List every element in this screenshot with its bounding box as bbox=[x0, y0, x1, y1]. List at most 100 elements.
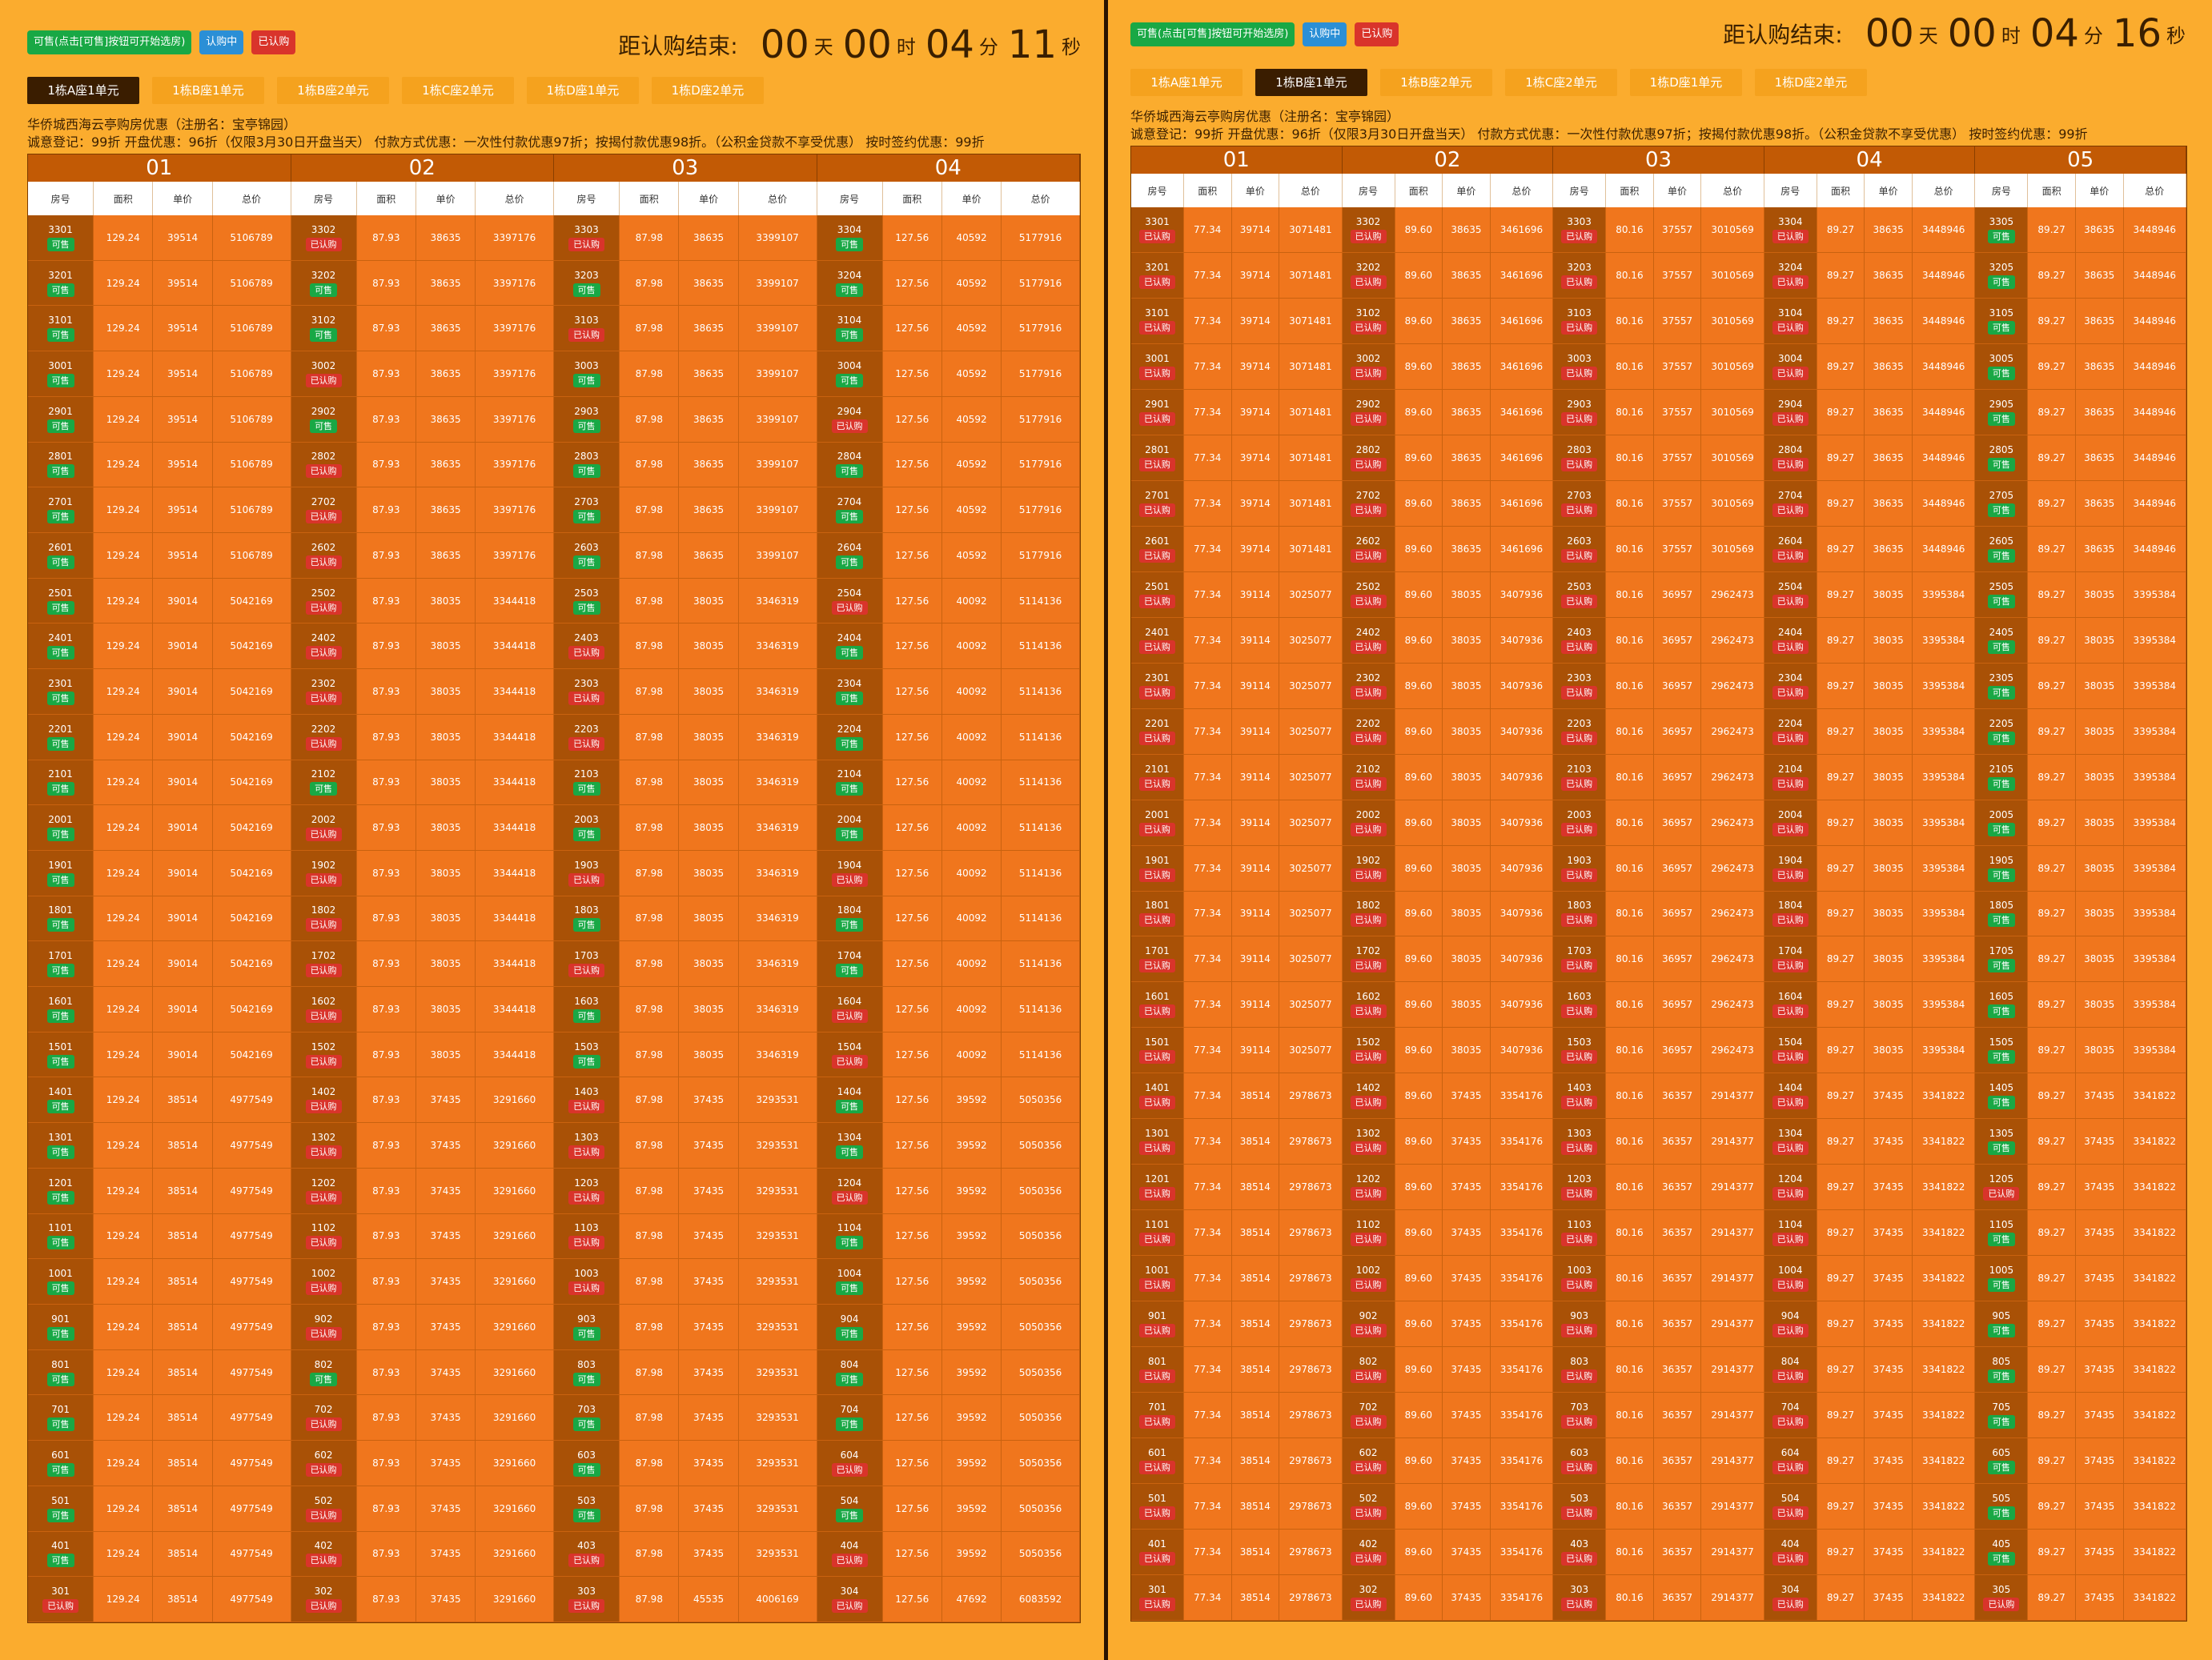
room-cell[interactable]: 3001 可售 bbox=[28, 351, 94, 397]
room-cell[interactable]: 3101 已认购 bbox=[1131, 298, 1184, 344]
room-cell[interactable]: 2503 可售 bbox=[554, 578, 620, 624]
room-cell[interactable]: 1105 可售 bbox=[1975, 1210, 2029, 1257]
room-cell[interactable]: 2803 可售 bbox=[554, 442, 620, 488]
room-cell[interactable]: 2003 可售 bbox=[554, 805, 620, 851]
room-cell[interactable]: 2403 已认购 bbox=[1553, 617, 1607, 664]
status-badge-available[interactable]: 可售 bbox=[1987, 1141, 2015, 1156]
status-badge-available[interactable]: 可售 bbox=[46, 1554, 74, 1568]
room-cell[interactable]: 3201 已认购 bbox=[1131, 252, 1184, 299]
room-cell[interactable]: 3002 已认购 bbox=[1342, 343, 1395, 390]
room-cell[interactable]: 2102 可售 bbox=[291, 760, 357, 806]
room-cell[interactable]: 3302 已认购 bbox=[1342, 207, 1395, 253]
status-badge-available[interactable]: 可售 bbox=[572, 828, 600, 842]
room-cell[interactable]: 2803 已认购 bbox=[1553, 435, 1607, 481]
status-badge-available[interactable]: 可售 bbox=[46, 1190, 74, 1205]
status-badge-available[interactable]: 可售 bbox=[1987, 913, 2015, 928]
room-cell[interactable]: 3102 可售 bbox=[291, 306, 357, 352]
room-cell[interactable]: 2203 已认购 bbox=[554, 714, 620, 760]
room-cell[interactable]: 701 已认购 bbox=[1131, 1393, 1184, 1439]
status-badge-available[interactable]: 可售 bbox=[1987, 868, 2015, 882]
room-cell[interactable]: 1301 已认购 bbox=[1131, 1119, 1184, 1165]
status-badge-available[interactable]: 可售 bbox=[572, 464, 600, 479]
status-badge-available[interactable]: 可售 bbox=[1987, 548, 2015, 563]
room-cell[interactable]: 1502 已认购 bbox=[291, 1032, 357, 1078]
status-badge-available[interactable]: 可售 bbox=[46, 1326, 74, 1341]
room-cell[interactable]: 1201 已认购 bbox=[1131, 1165, 1184, 1211]
room-cell[interactable]: 2501 可售 bbox=[28, 578, 94, 624]
room-cell[interactable]: 803 已认购 bbox=[1553, 1347, 1607, 1393]
room-cell[interactable]: 404 已认购 bbox=[1764, 1530, 1817, 1576]
room-cell[interactable]: 1403 已认购 bbox=[1553, 1073, 1607, 1120]
room-cell[interactable]: 1102 已认购 bbox=[1342, 1210, 1395, 1257]
room-cell[interactable]: 2605 可售 bbox=[1975, 526, 2029, 572]
status-badge-available[interactable]: 可售 bbox=[1987, 1552, 2015, 1566]
status-badge-available[interactable]: 可售 bbox=[46, 328, 74, 343]
status-badge-available[interactable]: 可售 bbox=[1987, 1050, 2015, 1065]
room-cell[interactable]: 3202 可售 bbox=[291, 260, 357, 307]
room-cell[interactable]: 301 已认购 bbox=[1131, 1575, 1184, 1621]
tab-unit-6[interactable]: 1栋D座2单元 bbox=[652, 77, 764, 104]
room-cell[interactable]: 1001 可售 bbox=[28, 1259, 94, 1305]
room-cell[interactable]: 1204 已认购 bbox=[817, 1168, 883, 1214]
room-cell[interactable]: 305 已认购 bbox=[1975, 1575, 2029, 1621]
room-cell[interactable]: 805 可售 bbox=[1975, 1347, 2029, 1393]
room-cell[interactable]: 1502 已认购 bbox=[1342, 1028, 1395, 1074]
status-badge-available[interactable]: 可售 bbox=[1987, 229, 2015, 243]
room-cell[interactable]: 502 已认购 bbox=[291, 1486, 357, 1532]
status-badge-available[interactable]: 可售 bbox=[1987, 1004, 2015, 1019]
status-badge-available[interactable]: 可售 bbox=[836, 328, 864, 343]
room-cell[interactable]: 2702 已认购 bbox=[1342, 480, 1395, 527]
room-cell[interactable]: 1205 已认购 bbox=[1975, 1165, 2029, 1211]
room-cell[interactable]: 2004 已认购 bbox=[1764, 800, 1817, 846]
room-cell[interactable]: 1203 已认购 bbox=[1553, 1165, 1607, 1211]
room-cell[interactable]: 702 已认购 bbox=[291, 1395, 357, 1441]
room-cell[interactable]: 2902 可售 bbox=[291, 396, 357, 443]
room-cell[interactable]: 1901 可售 bbox=[28, 850, 94, 896]
status-badge-available[interactable]: 可售 bbox=[572, 1508, 600, 1522]
room-cell[interactable]: 3203 已认购 bbox=[1553, 252, 1607, 299]
room-cell[interactable]: 3002 已认购 bbox=[291, 351, 357, 397]
room-cell[interactable]: 1404 可售 bbox=[817, 1077, 883, 1124]
status-badge-available[interactable]: 可售 bbox=[46, 283, 74, 297]
status-badge-available[interactable]: 可售 bbox=[836, 1508, 864, 1522]
room-cell[interactable]: 301 已认购 bbox=[28, 1577, 94, 1622]
room-cell[interactable]: 801 可售 bbox=[28, 1349, 94, 1396]
room-cell[interactable]: 2502 已认购 bbox=[1342, 571, 1395, 618]
room-cell[interactable]: 3303 已认购 bbox=[1553, 207, 1607, 253]
status-badge-available[interactable]: 可售 bbox=[1987, 959, 2015, 973]
room-cell[interactable]: 2504 已认购 bbox=[1764, 571, 1817, 618]
room-cell[interactable]: 802 可售 bbox=[291, 1349, 357, 1396]
room-cell[interactable]: 2903 已认购 bbox=[1553, 389, 1607, 435]
room-cell[interactable]: 1501 已认购 bbox=[1131, 1028, 1184, 1074]
room-cell[interactable]: 903 已认购 bbox=[1553, 1301, 1607, 1348]
room-cell[interactable]: 1204 已认购 bbox=[1764, 1165, 1817, 1211]
room-cell[interactable]: 1704 已认购 bbox=[1764, 936, 1817, 983]
room-cell[interactable]: 1702 已认购 bbox=[291, 941, 357, 988]
room-cell[interactable]: 2204 已认购 bbox=[1764, 708, 1817, 755]
room-cell[interactable]: 2002 已认购 bbox=[291, 805, 357, 851]
room-cell[interactable]: 2303 已认购 bbox=[1553, 663, 1607, 709]
room-cell[interactable]: 2105 可售 bbox=[1975, 754, 2029, 800]
status-badge-available[interactable]: 可售 bbox=[46, 1054, 74, 1069]
room-cell[interactable]: 303 已认购 bbox=[554, 1577, 620, 1622]
room-cell[interactable]: 502 已认购 bbox=[1342, 1484, 1395, 1530]
status-badge-available[interactable]: 可售 bbox=[836, 510, 864, 524]
room-cell[interactable]: 2202 已认购 bbox=[291, 714, 357, 760]
room-cell[interactable]: 3203 可售 bbox=[554, 260, 620, 307]
room-cell[interactable]: 1602 已认购 bbox=[1342, 982, 1395, 1028]
room-cell[interactable]: 2903 可售 bbox=[554, 396, 620, 443]
status-badge-available[interactable]: 可售 bbox=[1987, 1096, 2015, 1110]
room-cell[interactable]: 601 可售 bbox=[28, 1441, 94, 1486]
room-cell[interactable]: 1705 可售 bbox=[1975, 936, 2029, 983]
status-badge-available[interactable]: 可售 bbox=[46, 1508, 74, 1522]
room-cell[interactable]: 2301 已认购 bbox=[1131, 663, 1184, 709]
room-cell[interactable]: 1601 可售 bbox=[28, 987, 94, 1032]
room-cell[interactable]: 1901 已认购 bbox=[1131, 845, 1184, 892]
status-badge-available[interactable]: 可售 bbox=[836, 1372, 864, 1386]
room-cell[interactable]: 904 已认购 bbox=[1764, 1301, 1817, 1348]
room-cell[interactable]: 2002 已认购 bbox=[1342, 800, 1395, 846]
status-badge-available[interactable]: 可售 bbox=[46, 964, 74, 978]
room-cell[interactable]: 2804 可售 bbox=[817, 442, 883, 488]
status-badge-available[interactable]: 可售 bbox=[836, 1145, 864, 1160]
status-badge-available[interactable]: 可售 bbox=[46, 555, 74, 569]
